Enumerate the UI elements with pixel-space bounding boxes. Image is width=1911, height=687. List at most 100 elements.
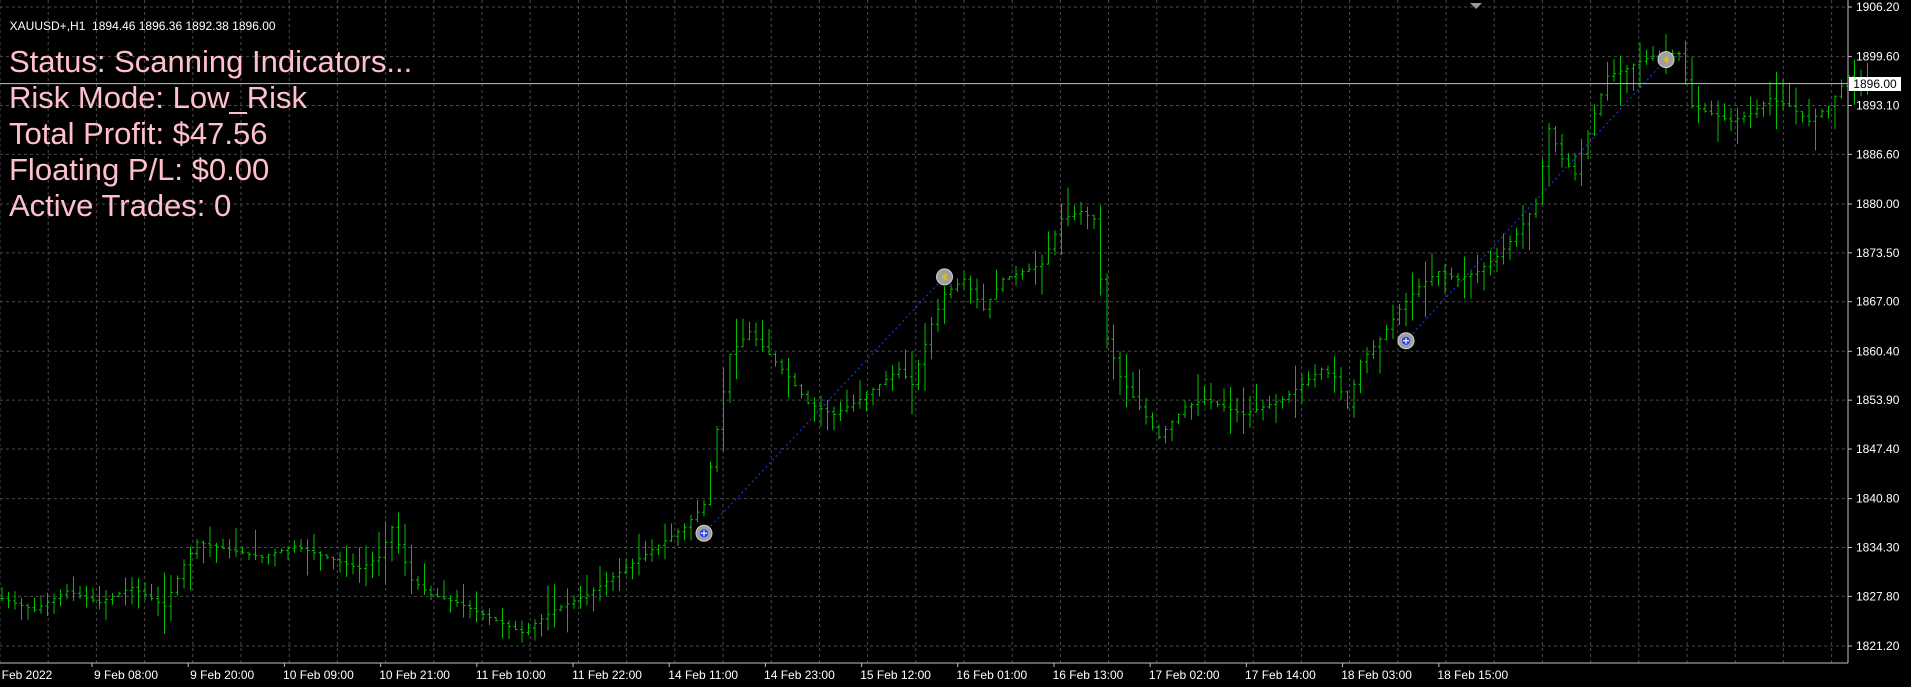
ohlc-bar <box>1599 92 1603 117</box>
ohlc-bar <box>1690 56 1694 109</box>
ohlc-bar <box>1716 100 1720 142</box>
ohlc-bar <box>201 540 206 564</box>
ohlc-bar <box>247 552 251 561</box>
ohlc-bar <box>260 554 264 564</box>
ohlc-bar <box>767 328 771 355</box>
ohlc-bar <box>214 542 219 563</box>
ohlc-bar <box>390 525 394 562</box>
ohlc-bar <box>1592 104 1597 136</box>
trade-close-marker[interactable] <box>1657 51 1675 69</box>
y-tick-label: 1886.60 <box>1856 147 1900 161</box>
x-tick-label: 18 Feb 15:00 <box>1437 668 1508 682</box>
ohlc-bar <box>1280 396 1285 409</box>
ohlc-bar <box>1183 400 1187 419</box>
price-axis[interactable]: 1906.20 1899.60 1893.10 1886.60 1880.00 1873.… <box>1848 0 1900 653</box>
ohlc-bar <box>383 521 388 585</box>
ohlc-bar <box>500 608 505 639</box>
ohlc-bar <box>1371 340 1376 359</box>
x-tick-label: 18 Feb 03:00 <box>1341 668 1412 682</box>
ohlc-bar <box>1384 324 1389 341</box>
ohlc-bar <box>1534 198 1538 219</box>
x-tick-label: 11 Feb 10:00 <box>476 668 546 682</box>
current-price-tag: 1896.00 <box>1849 76 1901 91</box>
ohlc-bar <box>539 614 544 637</box>
ohlc-bar <box>1540 158 1545 205</box>
ohlc-bar <box>1111 324 1116 380</box>
ohlc-bar <box>780 359 784 375</box>
ohlc-bar <box>494 616 498 622</box>
y-tick-label: 1860.40 <box>1856 344 1900 358</box>
ohlc-bar <box>273 548 277 567</box>
ohlc-bar <box>552 584 557 628</box>
ohlc-bar <box>1137 369 1142 411</box>
ohlc-bar <box>1605 61 1610 101</box>
ohlc-bar <box>149 583 154 601</box>
ohlc-bar <box>513 620 518 630</box>
ohlc-bar <box>253 529 258 561</box>
ohlc-bar <box>1651 46 1655 62</box>
ohlc-bar <box>110 593 115 605</box>
ohlc-bar <box>1430 253 1434 287</box>
ohlc-bar <box>461 583 466 618</box>
ohlc-bar <box>741 318 745 348</box>
ohlc-bar <box>702 500 706 517</box>
ohlc-bar <box>429 585 433 600</box>
ohlc-bar <box>728 353 732 403</box>
ohlc-bar <box>266 553 271 565</box>
time-axis[interactable]: 8 Feb 2022 9 Feb 08:00 9 Feb 20:00 10 Feb 0… <box>0 663 1508 682</box>
ohlc-bar <box>1085 206 1090 230</box>
ohlc-bar <box>929 316 934 360</box>
ohlc-bar <box>175 575 180 596</box>
ohlc-bar <box>1586 130 1590 160</box>
x-tick-label: 16 Feb 13:00 <box>1053 668 1124 682</box>
ohlc-bar <box>1501 233 1506 265</box>
y-tick-label: 1840.80 <box>1856 492 1900 506</box>
ohlc-bar <box>890 365 895 391</box>
buy-entry-marker[interactable] <box>1397 332 1415 350</box>
ohlc-bar <box>1072 205 1077 221</box>
y-tick-label: 1880.00 <box>1856 197 1900 211</box>
ohlc-bar <box>942 286 947 324</box>
ohlc-bar <box>1033 250 1038 285</box>
ohlc-bar <box>1300 373 1304 404</box>
ohlc-bar <box>1560 133 1564 168</box>
ohlc-bar <box>1202 386 1207 406</box>
ohlc-bar <box>1696 86 1701 124</box>
ohlc-bar <box>1456 272 1460 288</box>
ohlc-bar <box>676 528 680 546</box>
ohlc-bar <box>923 323 927 392</box>
ohlc-bar <box>611 572 615 592</box>
chart-shift-triangle-icon[interactable] <box>1470 3 1482 9</box>
ohlc-bar <box>981 283 986 311</box>
ohlc-bar <box>598 566 602 602</box>
buy-entry-marker[interactable] <box>695 524 713 542</box>
ohlc-bar <box>318 551 323 571</box>
ohlc-bar <box>949 284 953 299</box>
ohlc-bar <box>364 545 368 587</box>
ohlc-bar <box>234 528 238 558</box>
ohlc-bar <box>812 397 817 422</box>
ohlc-bar <box>195 538 199 559</box>
ohlc-bar <box>1417 278 1421 298</box>
y-tick-label: 1906.20 <box>1856 0 1900 14</box>
ohlc-bar <box>1807 98 1811 127</box>
ohlc-bar <box>663 523 667 560</box>
trade-close-marker[interactable] <box>936 268 953 286</box>
ohlc-bar <box>1124 354 1129 408</box>
ohlc-bar <box>1761 101 1766 117</box>
ohlc-bar <box>799 383 804 399</box>
floating-pl-text: Floating P/L: $0.00 <box>9 152 270 187</box>
ohlc-bar <box>136 578 141 609</box>
ohlc-bar <box>19 597 24 621</box>
ohlc-bar <box>1306 371 1311 387</box>
ohlc-bar <box>58 589 63 607</box>
ohlc-bar <box>1339 367 1343 400</box>
ohlc-bar <box>1618 55 1623 106</box>
ohlc-bar <box>897 361 901 379</box>
ohlc-bar <box>1053 230 1057 256</box>
ohlc-bar <box>1046 231 1051 265</box>
ohlc-bar <box>422 563 427 595</box>
ohlc-bar <box>39 595 43 614</box>
ohlc-bar <box>910 351 914 415</box>
ohlc-bar <box>1625 65 1629 94</box>
